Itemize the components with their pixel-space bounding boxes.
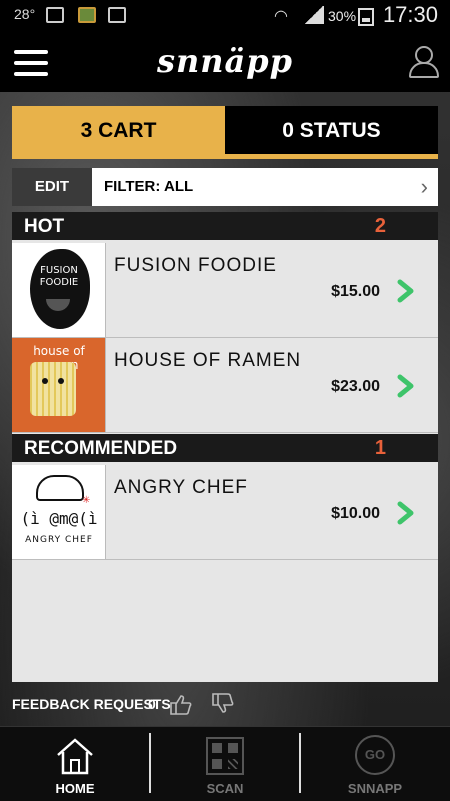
nav-scan[interactable]: SCAN <box>150 727 300 801</box>
app-logo: snnäpp <box>156 42 294 80</box>
restaurant-name: ANGRY CHEF <box>114 477 248 498</box>
section-header-recommended: RECOMMENDED 1 <box>12 434 438 462</box>
logo-text: FUSION FOODIE <box>39 265 79 288</box>
wifi-icon: ◠ <box>274 8 288 25</box>
list-item[interactable]: house of ramen HOUSE OF RAMEN $23.00 <box>12 338 438 433</box>
app-icon <box>78 7 96 23</box>
filter-selector[interactable]: FILTER: ALL › <box>92 168 438 206</box>
edit-button[interactable]: EDIT <box>12 168 92 206</box>
logo-face: (ì @m@(ì <box>20 509 98 528</box>
clock-text: 17:30 <box>382 2 438 27</box>
chevron-right-icon[interactable] <box>396 279 416 303</box>
thumbs-down-icon[interactable] <box>210 692 236 716</box>
thumbs-up-icon[interactable] <box>168 692 194 716</box>
go-icon: GO <box>355 735 395 775</box>
section-count: 2 <box>374 215 386 237</box>
screenshot-icon <box>108 7 126 23</box>
nav-label: HOME <box>55 781 95 796</box>
bottom-navigation: HOME SCAN GO SNNAPP <box>0 726 450 801</box>
battery-percent: 30% <box>328 8 357 24</box>
home-icon <box>57 738 93 775</box>
list-item[interactable]: FUSION FOODIE FUSION FOODIE $15.00 <box>12 243 438 338</box>
feedback-row: FEEDBACK REQUESTS 0 <box>12 692 438 718</box>
restaurant-name: HOUSE OF RAMEN <box>114 350 302 371</box>
section-count: 1 <box>374 437 386 459</box>
tab-bar: 3 CART 0 STATUS <box>12 106 438 159</box>
temperature-text: 28° <box>14 6 36 22</box>
image-icon <box>46 7 64 23</box>
filter-label: FILTER: ALL <box>104 178 194 195</box>
qr-code-icon <box>206 737 244 775</box>
logo-text: ANGRY CHEF <box>25 535 93 545</box>
tab-status[interactable]: 0 STATUS <box>225 106 438 154</box>
signal-icon <box>304 6 324 24</box>
nav-home[interactable]: HOME <box>0 727 150 801</box>
profile-icon[interactable] <box>408 44 439 78</box>
nav-snnapp[interactable]: GO SNNAPP <box>300 727 450 801</box>
list-item[interactable]: ✳ (ì @m@(ì ANGRY CHEF ANGRY CHEF $10.00 <box>12 465 438 560</box>
item-price: $23.00 <box>331 378 380 395</box>
restaurant-list: HOT 2 FUSION FOODIE FUSION FOODIE $15.00… <box>12 212 438 682</box>
feedback-label: FEEDBACK REQUESTS <box>12 696 171 712</box>
restaurant-name: FUSION FOODIE <box>114 255 277 276</box>
app-header: snnäpp <box>0 32 450 92</box>
item-price: $10.00 <box>331 505 380 522</box>
item-price: $15.00 <box>331 283 380 300</box>
chevron-right-icon[interactable] <box>396 501 416 525</box>
restaurant-logo: ✳ (ì @m@(ì ANGRY CHEF <box>12 465 106 559</box>
tab-indicator <box>12 154 438 159</box>
feedback-count: 0 <box>148 696 156 712</box>
nav-label: SCAN <box>206 781 244 796</box>
section-title: HOT <box>24 216 65 237</box>
chevron-right-icon: › <box>420 174 428 199</box>
tab-cart[interactable]: 3 CART <box>12 106 225 154</box>
status-bar: 28° ◠ 30% 17:30 <box>0 0 450 32</box>
battery-icon <box>358 8 374 26</box>
restaurant-logo: FUSION FOODIE <box>12 243 106 337</box>
section-title: RECOMMENDED <box>24 438 178 459</box>
nav-label: SNNAPP <box>347 781 403 796</box>
chevron-right-icon[interactable] <box>396 374 416 398</box>
section-header-hot: HOT 2 <box>12 212 438 240</box>
restaurant-logo: house of ramen <box>12 338 106 432</box>
